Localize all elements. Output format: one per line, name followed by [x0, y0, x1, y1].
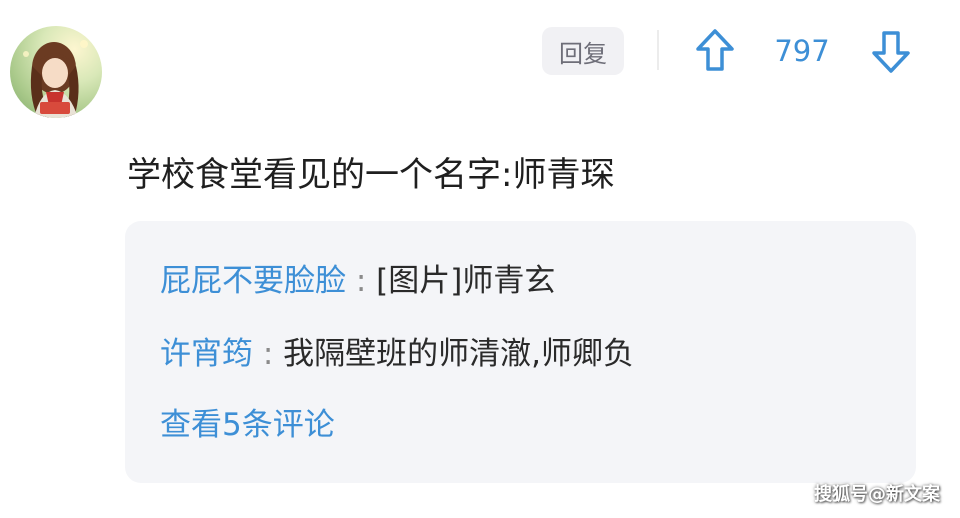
post-text: 学校食堂看见的一个名字:师青琛 — [127, 155, 615, 195]
downvote-button[interactable] — [868, 27, 914, 75]
reply-button-label: 回复 — [559, 39, 607, 68]
arrow-up-icon — [696, 29, 734, 71]
reply-item: 许宵筠 : 我隔壁班的师清澈,师卿负 — [160, 332, 634, 376]
vote-count: 797 — [774, 34, 830, 68]
reply-author[interactable]: 许宵筠 — [160, 336, 253, 372]
view-more-comments-link[interactable]: 查看5条评论 — [160, 403, 335, 447]
watermark: 搜狐号@新文案 — [814, 484, 940, 505]
reply-separator: : — [253, 336, 284, 372]
reply-author[interactable]: 屁屁不要脸脸 — [160, 263, 346, 299]
reply-content: [图片]师青玄 — [376, 263, 556, 299]
reply-preview-box: 屁屁不要脸脸 : [图片]师青玄 许宵筠 : 我隔壁班的师清澈,师卿负 查看5条… — [125, 221, 916, 483]
arrow-down-icon — [872, 31, 910, 73]
avatar[interactable] — [10, 26, 102, 118]
reply-button[interactable]: 回复 — [542, 27, 624, 75]
header-divider — [657, 30, 659, 70]
reply-item: 屁屁不要脸脸 : [图片]师青玄 — [160, 259, 555, 303]
reply-content: 我隔壁班的师清澈,师卿负 — [283, 336, 635, 372]
avatar-illustration — [23, 40, 88, 118]
reply-separator: : — [346, 263, 377, 299]
upvote-button[interactable] — [692, 27, 738, 75]
